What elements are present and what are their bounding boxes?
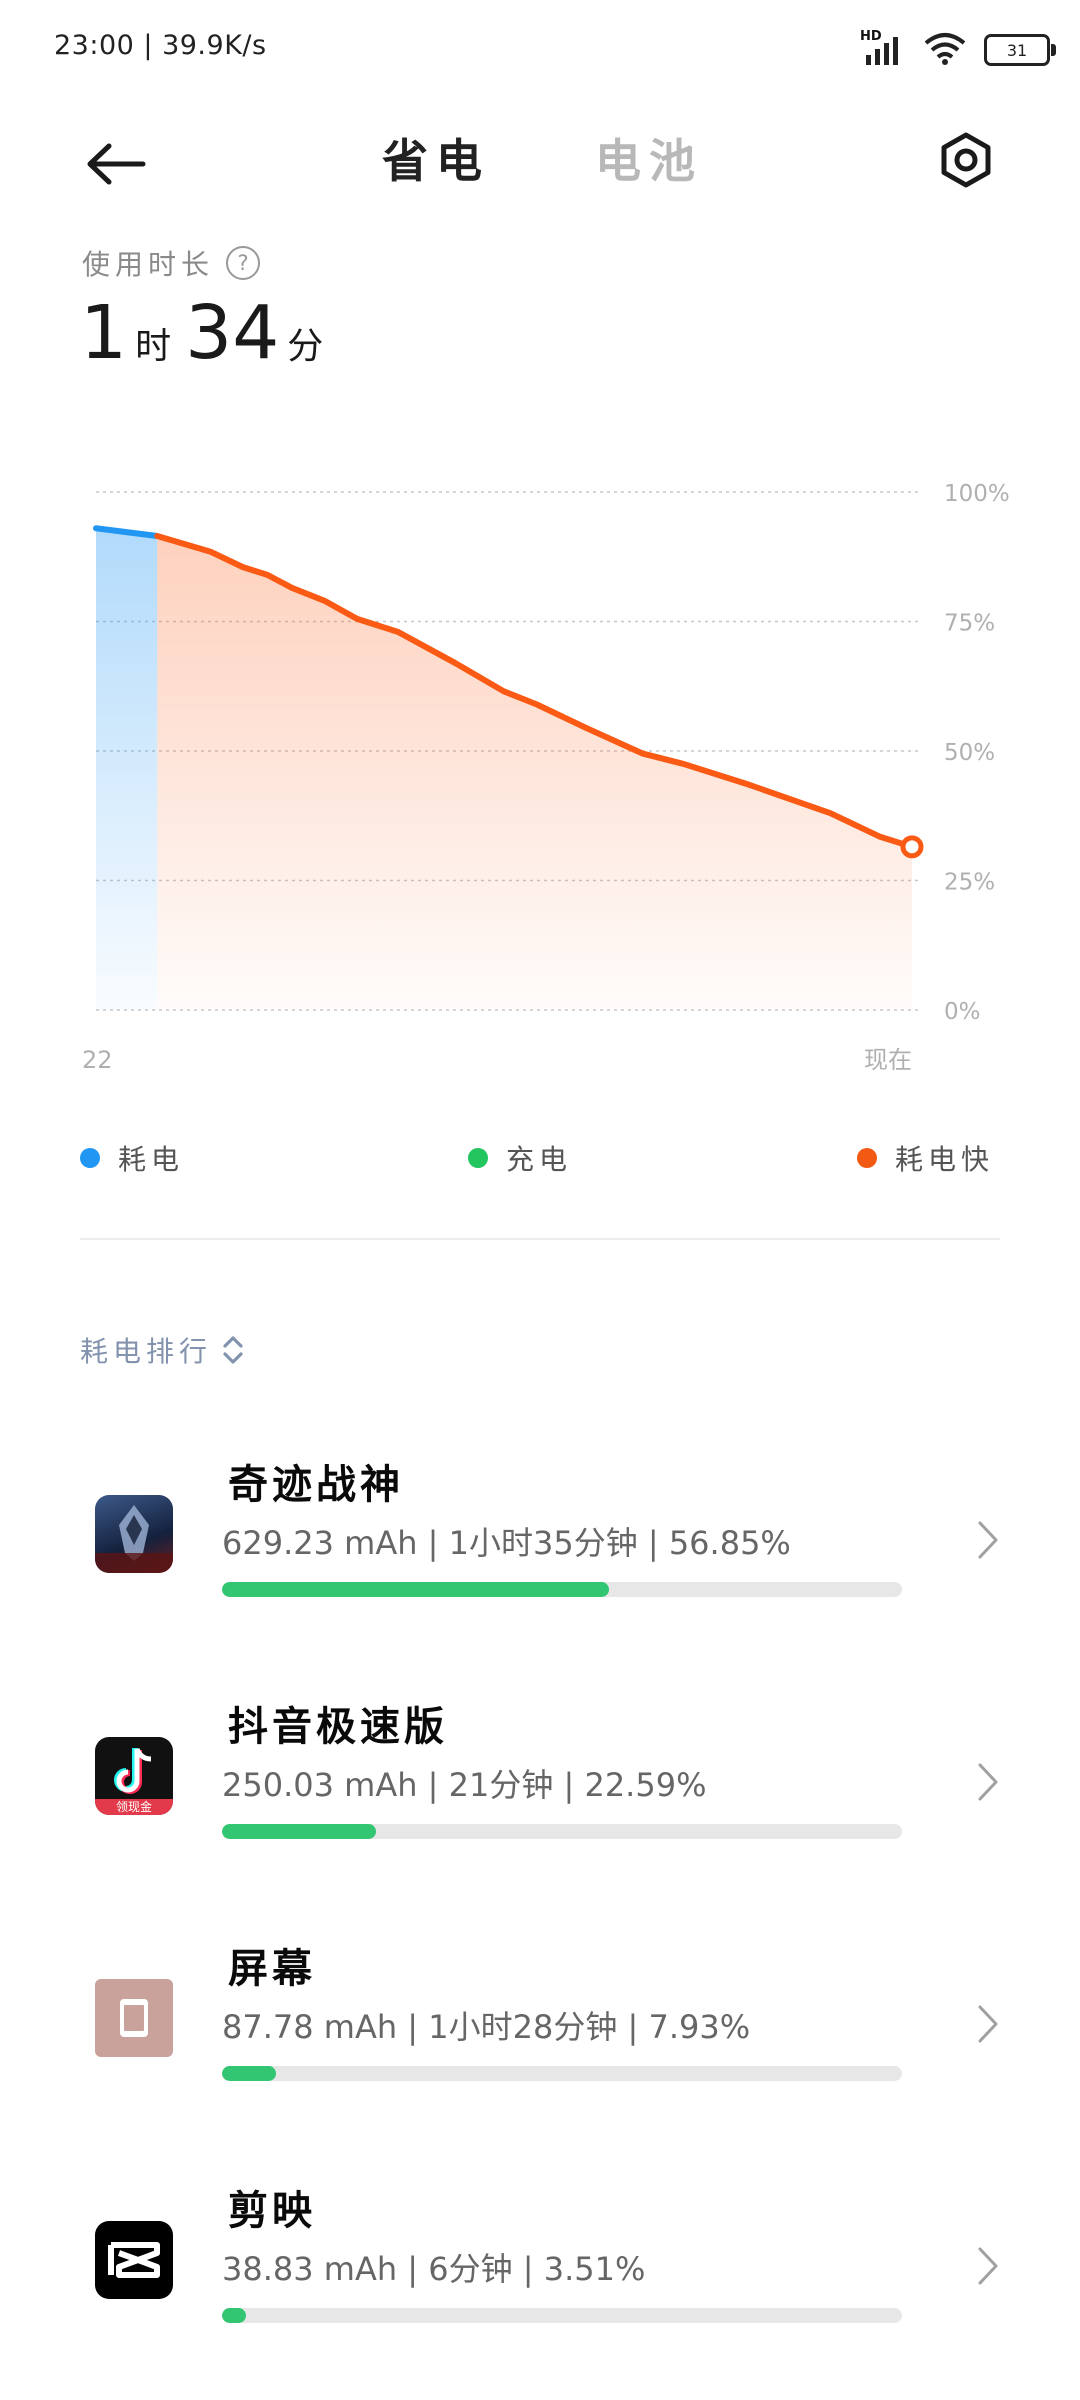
status-time-speed: 23:00 | 39.9K/s	[54, 30, 267, 61]
y-tick-label: 25%	[944, 870, 995, 896]
network-label: HD	[860, 29, 882, 44]
battery-usage-chart: 100% 75% 50% 25% 0% 22 现在	[82, 481, 1010, 1074]
app-row-screen[interactable]: 屏幕 87.78 mAh | 1小时28分钟 | 7.93%	[0, 1914, 1080, 2156]
battery-icon: 31	[984, 34, 1056, 66]
douyin-icon: 领现金	[95, 1737, 173, 1815]
help-icon[interactable]: ?	[226, 246, 261, 280]
legend-item-fast-drain: 耗电快	[857, 1138, 994, 1178]
series-area	[96, 528, 158, 1010]
back-arrow-icon	[87, 143, 146, 185]
usage-progress-fill	[222, 1582, 609, 1597]
game-icon	[95, 1495, 173, 1573]
y-tick-label: 75%	[944, 611, 995, 637]
chevron-right-icon	[968, 1994, 1008, 2054]
legend-dot	[468, 1148, 488, 1168]
legend-item-charging: 充电	[468, 1138, 572, 1178]
app-name: 屏幕	[228, 1946, 316, 1992]
series-area	[157, 536, 912, 1010]
legend-label: 充电	[506, 1143, 573, 1176]
legend-dot	[857, 1148, 877, 1168]
legend-item-drain: 耗电	[80, 1138, 184, 1178]
usage-hours: 1	[80, 290, 128, 376]
chevron-right-icon	[968, 2236, 1008, 2296]
y-tick-label: 50%	[944, 740, 995, 766]
app-row-douyin-lite[interactable]: 领现金 抖音极速版 250.03 mAh | 21分钟 | 22.59%	[0, 1672, 1080, 1914]
capcut-icon	[95, 2221, 173, 2299]
settings-button[interactable]	[930, 124, 1002, 196]
usage-progress-bar	[222, 2066, 902, 2081]
usage-progress-fill	[222, 2308, 246, 2323]
y-tick-label: 0%	[944, 999, 981, 1025]
chevron-right-icon	[968, 1510, 1008, 1570]
usage-progress-fill	[222, 1824, 376, 1839]
usage-minutes: 34	[185, 290, 280, 376]
tab-power-saving[interactable]: 省电	[382, 125, 490, 191]
screen-icon	[95, 1979, 173, 2057]
usage-duration: 1 时 34 分	[80, 290, 337, 376]
usage-progress-bar	[222, 1824, 902, 1839]
status-icons: HD 31	[860, 28, 1056, 72]
signal-icon: HD	[860, 29, 906, 65]
legend-label: 耗电快	[895, 1143, 995, 1176]
ranking-title: 耗电排行	[80, 1335, 213, 1368]
app-stats: 250.03 mAh | 21分钟 | 22.59%	[222, 1766, 707, 1804]
usage-hours-unit: 时	[135, 326, 172, 367]
sort-ranking-button[interactable]: 耗电排行	[80, 1330, 246, 1370]
app-name: 奇迹战神	[228, 1462, 404, 1508]
wifi-icon	[922, 31, 968, 69]
sort-chevrons-icon	[223, 1336, 243, 1364]
y-tick-label: 100%	[944, 481, 1010, 507]
x-label-start: 22	[82, 1046, 113, 1074]
usage-progress-bar	[222, 1582, 902, 1597]
x-label-end: 现在	[864, 1046, 912, 1074]
chevron-right-icon	[968, 1752, 1008, 1812]
app-row-capcut[interactable]: 剪映 38.83 mAh | 6分钟 | 3.51%	[0, 2156, 1080, 2398]
douyin-icon-caption: 领现金	[115, 1800, 152, 1814]
app-name: 抖音极速版	[228, 1704, 448, 1750]
hexagon-settings-icon	[941, 132, 991, 188]
tab-battery[interactable]: 电池	[595, 125, 703, 191]
app-stats: 629.23 mAh | 1小时35分钟 | 56.85%	[222, 1524, 791, 1562]
app-name: 剪映	[228, 2188, 316, 2234]
usage-duration-label: 使用时长 ?	[82, 243, 261, 283]
app-row-qiji[interactable]: 奇迹战神 629.23 mAh | 1小时35分钟 | 56.85%	[0, 1430, 1080, 1672]
legend-dot	[80, 1148, 100, 1168]
back-button[interactable]	[80, 128, 152, 200]
usage-minutes-unit: 分	[287, 326, 324, 367]
divider	[80, 1238, 1000, 1240]
battery-level: 31	[1006, 40, 1028, 60]
legend-label: 耗电	[118, 1143, 185, 1176]
current-level-marker	[900, 835, 924, 859]
usage-progress-bar	[222, 2308, 902, 2323]
usage-progress-fill	[222, 2066, 276, 2081]
app-stats: 38.83 mAh | 6分钟 | 3.51%	[222, 2250, 646, 2288]
app-stats: 87.78 mAh | 1小时28分钟 | 7.93%	[222, 2008, 751, 2046]
usage-label-text: 使用时长	[82, 248, 215, 281]
